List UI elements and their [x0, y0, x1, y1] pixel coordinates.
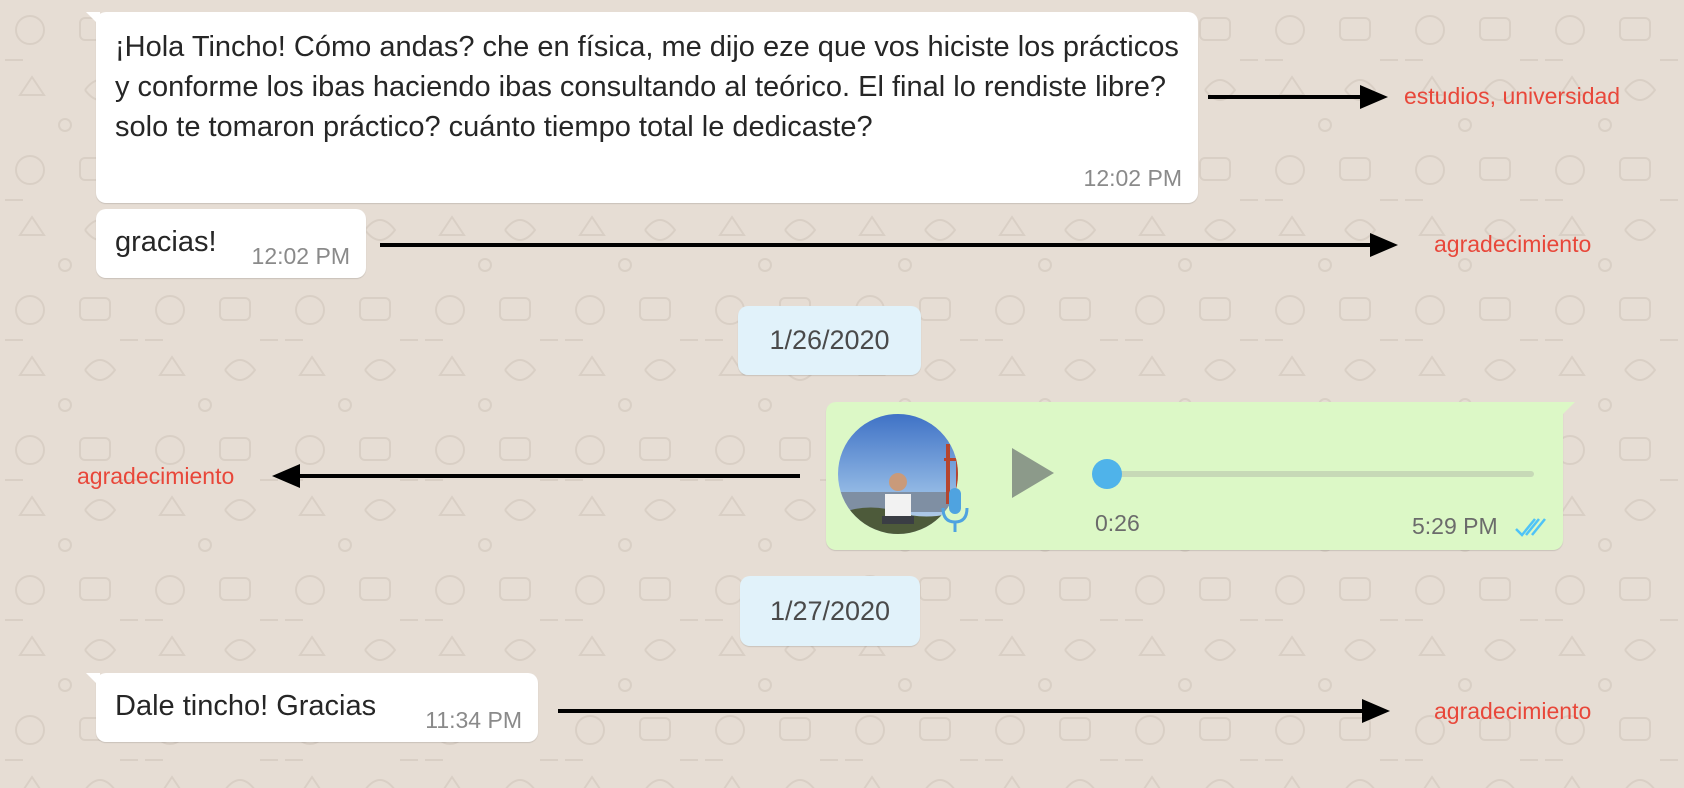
double-check-read-icon [1515, 518, 1546, 537]
message-text: Dale tincho! Gracias [115, 690, 377, 722]
incoming-message-bubble[interactable]: ¡Hola Tincho! Cómo andas? che en física,… [86, 12, 1198, 203]
annotation-label: agradecimiento [1434, 698, 1592, 724]
microphone-icon [941, 488, 969, 532]
audio-progress-handle[interactable] [1092, 459, 1122, 489]
arrow-right [558, 699, 1390, 723]
arrow-right [1208, 85, 1388, 109]
date-separator: 1/26/2020 [738, 306, 921, 375]
incoming-message-bubble[interactable]: Dale tincho! Gracias 11:34 PM [86, 673, 538, 742]
message-text: gracias! [115, 226, 217, 258]
message-time: 12:02 PM [1083, 165, 1182, 191]
bubble-tail [86, 12, 100, 26]
annotation-label: estudios, universidad [1404, 83, 1621, 109]
audio-progress-track[interactable] [1092, 471, 1534, 477]
message-time: 11:34 PM [425, 707, 522, 733]
bubble-tail [1559, 402, 1575, 418]
play-icon[interactable] [1008, 446, 1058, 500]
arrow-right [380, 233, 1398, 257]
audio-duration: 0:26 [1095, 510, 1140, 536]
annotation-label: agradecimiento [77, 463, 235, 489]
voice-message-bubble[interactable]: 0:26 5:29 PM [826, 402, 1575, 550]
incoming-message-bubble[interactable]: gracias! 12:02 PM [96, 209, 366, 278]
arrow-left [272, 464, 800, 488]
message-time: 12:02 PM [251, 243, 350, 269]
date-separator: 1/27/2020 [740, 576, 920, 646]
annotation-label: agradecimiento [1434, 231, 1592, 257]
bubble-tail [86, 673, 100, 687]
message-time: 5:29 PM [1412, 513, 1498, 539]
message-text: ¡Hola Tincho! Cómo andas? che en física,… [115, 31, 1179, 143]
